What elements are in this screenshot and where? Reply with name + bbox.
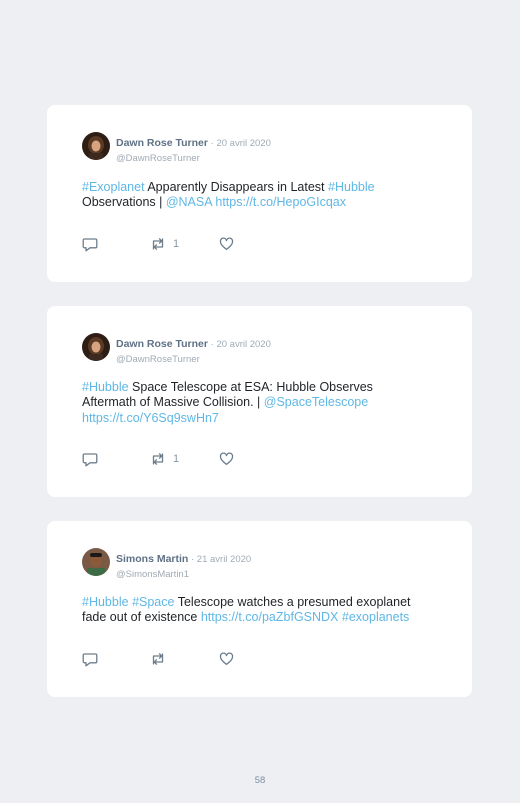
hashtag-link[interactable]: #Exoplanet — [82, 180, 145, 194]
retweet-button[interactable]: 1 — [150, 237, 179, 251]
hashtag-link[interactable]: #exoplanets — [342, 610, 409, 624]
tweet-text-segment: Apparently Disappears in Latest — [144, 180, 329, 194]
retweet-count: 1 — [173, 453, 180, 465]
page-number: 58 — [254, 775, 266, 786]
tweet-text: #Hubble Space Telescope at ESA: Hubble O… — [82, 380, 407, 426]
avatar[interactable] — [82, 132, 110, 160]
retweet-button[interactable]: 1 — [150, 452, 179, 466]
meta-separator: · — [188, 554, 197, 565]
reply-button[interactable] — [82, 452, 98, 467]
like-icon — [219, 452, 234, 465]
retweet-icon — [152, 653, 164, 665]
retweet-icon — [152, 238, 164, 250]
author-name[interactable]: Simons Martin — [116, 553, 188, 565]
tweet-text: #Exoplanet Apparently Disappears in Late… — [82, 180, 437, 211]
hashtag-link[interactable]: #Hubble — [328, 180, 375, 194]
author-meta: Dawn Rose Turner · 20 avril 2020 @DawnRo… — [116, 133, 271, 164]
reply-icon — [82, 453, 98, 467]
mention-link[interactable]: @NASA — [166, 195, 212, 209]
hashtag-link[interactable]: #Hubble — [82, 595, 129, 609]
reply-icon — [82, 653, 98, 667]
tweet-actions — [82, 652, 282, 668]
author-name[interactable]: Dawn Rose Turner — [116, 137, 208, 149]
tweet-date[interactable]: 21 avril 2020 — [197, 554, 251, 565]
tweet-card: Dawn Rose Turner · 20 avril 2020 @DawnRo… — [47, 105, 472, 282]
like-button[interactable] — [219, 652, 234, 666]
tweet-text-segment: Observations | — [82, 195, 166, 210]
retweet-count: 1 — [173, 238, 180, 250]
reply-button[interactable] — [82, 237, 98, 252]
author-handle[interactable]: @SimonsMartin1 — [116, 569, 251, 580]
author-name[interactable]: Dawn Rose Turner — [116, 338, 208, 350]
tweet-date[interactable]: 20 avril 2020 — [216, 339, 270, 350]
like-button[interactable] — [219, 237, 234, 251]
author-handle[interactable]: @DawnRoseTurner — [116, 354, 271, 365]
avatar[interactable] — [82, 548, 110, 576]
tweet-date[interactable]: 20 avril 2020 — [216, 138, 270, 149]
tweet-actions: 1 — [82, 237, 282, 253]
tweet-card: Simons Martin · 21 avril 2020 @SimonsMar… — [47, 521, 472, 697]
hashtag-link[interactable]: #Hubble — [82, 380, 129, 394]
author-meta: Dawn Rose Turner · 20 avril 2020 @DawnRo… — [116, 334, 271, 365]
retweet-button[interactable] — [150, 652, 173, 666]
hashtag-link[interactable]: #Space — [132, 595, 174, 609]
like-icon — [219, 237, 234, 250]
reply-button[interactable] — [82, 652, 98, 667]
tweet-actions: 1 — [82, 452, 282, 468]
tweet-text: #Hubble #Space Telescope watches a presu… — [82, 595, 437, 626]
reply-icon — [82, 238, 98, 252]
retweet-icon — [152, 453, 164, 465]
avatar[interactable] — [82, 333, 110, 361]
author-handle[interactable]: @DawnRoseTurner — [116, 153, 271, 164]
url-link[interactable]: https://t.co/paZbfGSNDX — [201, 610, 339, 624]
url-link[interactable]: https://t.co/HepoGIcqax — [215, 195, 346, 209]
like-button[interactable] — [219, 452, 234, 466]
mention-link[interactable]: @SpaceTelescope — [264, 395, 368, 409]
author-meta: Simons Martin · 21 avril 2020 @SimonsMar… — [116, 549, 251, 580]
url-link[interactable]: https://t.co/Y6Sq9swHn7 — [82, 411, 219, 425]
like-icon — [219, 652, 234, 665]
tweet-card: Dawn Rose Turner · 20 avril 2020 @DawnRo… — [47, 306, 472, 497]
